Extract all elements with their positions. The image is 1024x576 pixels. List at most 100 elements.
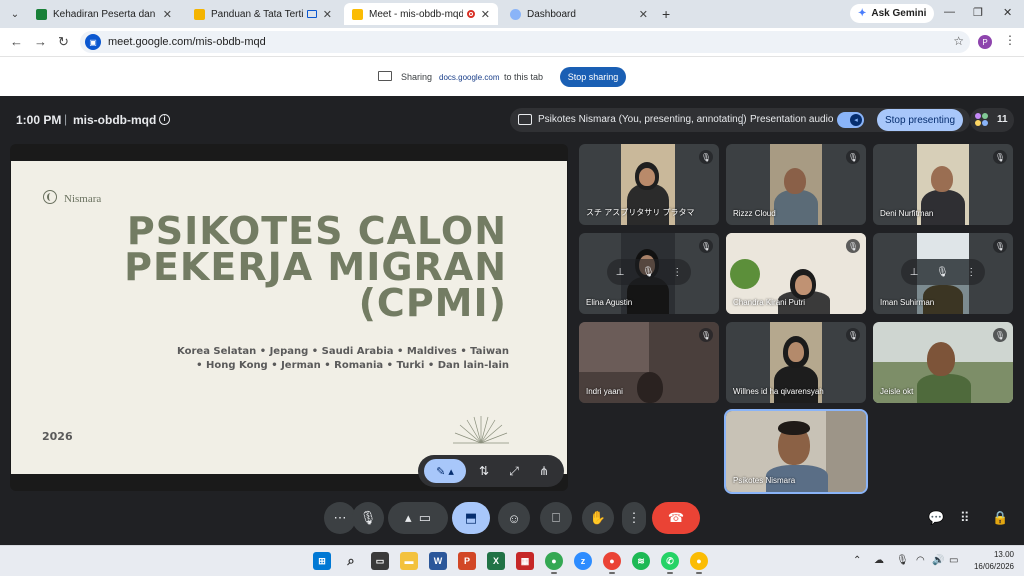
share-icon[interactable]: ⋔	[532, 459, 556, 483]
mic-off-icon: 🎙	[699, 239, 713, 253]
tab-search-icon[interactable]: ⌄	[6, 5, 24, 23]
ask-gemini-button[interactable]: ✦ Ask Gemini	[850, 4, 935, 23]
forward-icon[interactable]: →	[34, 34, 47, 49]
file-explorer-icon[interactable]: ▬	[400, 552, 418, 570]
restore-icon[interactable]: ❐	[973, 6, 983, 19]
presentation-audio-toggle[interactable]: ◂	[837, 112, 864, 128]
stop-presenting-button[interactable]: Stop presenting	[877, 109, 963, 131]
presenter-status: Psikotes Nismara (You, presenting, annot…	[538, 114, 747, 125]
close-window-icon[interactable]: ✕	[1003, 6, 1012, 19]
reload-icon[interactable]: ↻	[58, 34, 69, 50]
chrome-alt-icon[interactable]: ●	[690, 552, 708, 574]
participant-tile[interactable]: 🎙 Jeisle okt	[873, 322, 1013, 403]
more-options-icon[interactable]: ⋮	[622, 502, 646, 534]
more-options-icon[interactable]: ⋮	[672, 267, 682, 278]
chrome-icon[interactable]: ●	[545, 552, 563, 574]
stop-sharing-button[interactable]: Stop sharing	[560, 67, 626, 87]
participant-tile[interactable]: 🎙 Indri yaani	[579, 322, 719, 403]
close-icon[interactable]: ✕	[481, 8, 490, 21]
tab-dashboard[interactable]: Dashboard ✕	[502, 3, 656, 25]
excel-icon[interactable]: X	[487, 552, 505, 570]
battery-icon[interactable]: ▭	[949, 555, 958, 566]
word-icon[interactable]: W	[429, 552, 447, 570]
system-clock[interactable]: 13.00 16/06/2026	[968, 549, 1014, 573]
url-text[interactable]: meet.google.com/mis-obdb-mqd	[108, 36, 266, 48]
mic-off-icon: 🎙	[846, 328, 860, 342]
people-icon	[975, 113, 989, 127]
cast-icon	[306, 10, 317, 18]
pin-icon[interactable]: ⊥	[910, 267, 919, 278]
whatsapp-icon[interactable]: ✆	[661, 552, 679, 574]
cloud-icon[interactable]: ☁	[874, 555, 884, 566]
mic-off-icon[interactable]: 🎙	[642, 267, 655, 278]
chat-icon[interactable]: 💬	[928, 510, 944, 526]
sunburst-decoration-icon	[453, 416, 509, 444]
participant-tile[interactable]: 🎙 スチ アスプリタサリ プラタマ	[579, 144, 719, 225]
site-info-icon[interactable]: ▣	[85, 34, 101, 50]
participant-tile[interactable]: 🎙 Deni Nurfitman	[873, 144, 1013, 225]
wifi-icon[interactable]: ◠	[916, 555, 925, 566]
tab-panduan[interactable]: Panduan & Tata Tertib Psik ✕	[186, 3, 340, 25]
chevron-up-icon[interactable]: ⌃	[853, 555, 861, 566]
emoji-icon[interactable]: ☺	[498, 502, 530, 534]
participant-tile[interactable]: 🎙 Willnes id ha qivarensyah	[726, 322, 866, 403]
close-icon[interactable]: ✕	[639, 8, 648, 21]
chrome-profile-icon[interactable]: ●	[603, 552, 621, 574]
speaker-icon[interactable]: 🔊	[932, 555, 944, 566]
slide-logo: Nismara	[64, 193, 102, 205]
app-grid-icon[interactable]: ▦	[516, 552, 534, 570]
participant-tile[interactable]: ⊥ 🎙 ⋮ 🎙 Elina Agustin	[579, 233, 719, 314]
back-icon[interactable]: ←	[10, 34, 23, 49]
participant-tile[interactable]: 🎙 Chandra Kirani Putri	[726, 233, 866, 314]
participant-tile[interactable]: 🎙 Rizzz Cloud	[726, 144, 866, 225]
microphone-tray-icon[interactable]: 🎙	[896, 555, 909, 566]
mic-off-icon[interactable]: 🎙	[936, 267, 949, 278]
close-icon[interactable]: ✕	[163, 8, 172, 21]
participant-tile[interactable]: ⊥ 🎙 ⋮ 🎙 Iman Suhirman	[873, 233, 1013, 314]
camera-button[interactable]: ▴ ▭	[388, 502, 448, 534]
new-tab-button[interactable]: +	[662, 6, 670, 22]
mic-off-icon: 🎙	[993, 328, 1007, 342]
browser-menu-icon[interactable]: ⋮	[1004, 33, 1016, 47]
mic-off-icon: 🎙	[699, 150, 713, 164]
search-icon[interactable]: ⌕	[342, 552, 360, 570]
presenting-bar: Psikotes Nismara (You, presenting, annot…	[510, 108, 970, 132]
present-now-button[interactable]: ⬒	[452, 502, 490, 534]
meeting-code: mis-obdb-mqd	[73, 113, 157, 127]
task-view-icon[interactable]: ▭	[371, 552, 389, 570]
mic-off-icon: 🎙	[846, 150, 860, 164]
participant-tile-self[interactable]: Psikotes Nismara	[724, 409, 868, 494]
meeting-time: 1:00 PM	[16, 113, 62, 127]
plant-icon	[730, 259, 760, 289]
spotify-icon[interactable]: ≋	[632, 552, 650, 570]
profile-avatar[interactable]: P	[978, 35, 992, 49]
activities-icon[interactable]: ⠿	[960, 510, 970, 526]
meet-icon	[352, 8, 363, 20]
leave-call-button[interactable]: ☎	[652, 502, 700, 534]
volume-icon: ◂	[850, 114, 862, 126]
tab-kehadiran[interactable]: Kehadiran Peserta dan Observas ✕	[28, 3, 180, 25]
annotate-pen-button[interactable]: ✎ ▴	[424, 459, 466, 483]
browser-tab-strip: ⌄ Kehadiran Peserta dan Observas ✕ Pandu…	[0, 0, 1024, 28]
people-button[interactable]: 11	[970, 108, 1014, 132]
close-icon[interactable]: ✕	[323, 8, 332, 21]
windows-start-icon[interactable]: ⊞	[313, 552, 331, 570]
recording-icon	[466, 10, 475, 18]
captions-icon[interactable]: ⎕	[540, 502, 572, 534]
raise-hand-icon[interactable]: ✋	[582, 502, 614, 534]
address-bar[interactable]: ▣ meet.google.com/mis-obdb-mqd ☆	[80, 31, 970, 53]
mic-off-icon: 🎙	[993, 150, 1007, 164]
minimize-icon[interactable]: —	[944, 6, 955, 18]
pin-icon[interactable]: ⊥	[616, 267, 625, 278]
zoom-icon[interactable]: z	[574, 552, 592, 570]
sharing-infobar: Sharing docs.google.com to this tab Stop…	[0, 56, 1024, 96]
more-options-icon[interactable]: ⋮	[966, 267, 976, 278]
mic-button[interactable]: 🎙	[352, 502, 384, 534]
host-controls-icon[interactable]: 🔒	[992, 510, 1008, 526]
tab-meet[interactable]: Meet - mis-obdb-mqd ✕	[344, 3, 498, 25]
bookmark-star-icon[interactable]: ☆	[953, 34, 964, 48]
info-icon[interactable]: i	[159, 114, 170, 125]
fullscreen-icon[interactable]: ⤢	[502, 459, 526, 483]
swap-icon[interactable]: ⇅	[472, 459, 496, 483]
powerpoint-icon[interactable]: P	[458, 552, 476, 570]
